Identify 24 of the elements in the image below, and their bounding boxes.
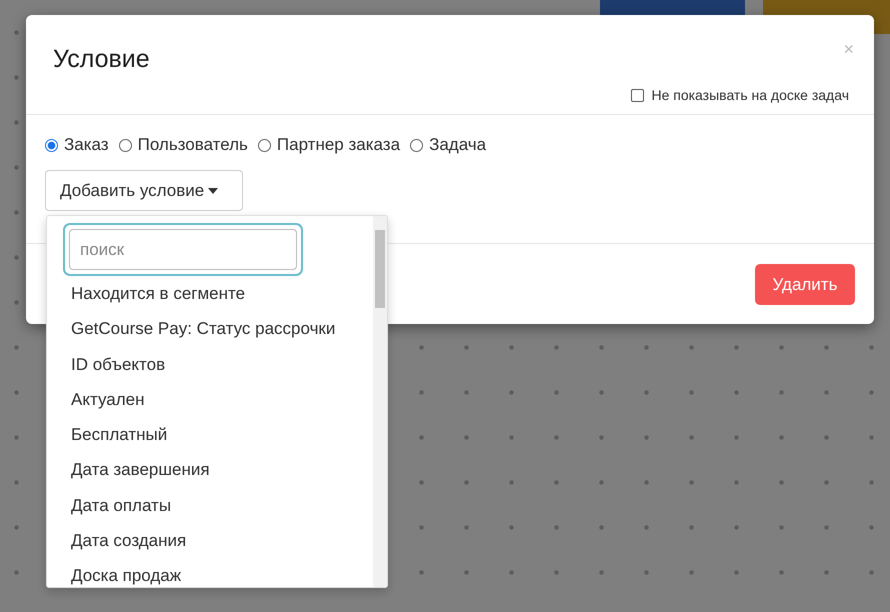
menu-item[interactable]: Актуален [47,382,361,418]
radio-label: Партнер заказа [276,135,400,155]
menu-item[interactable]: Дата оплаты [47,488,361,524]
radio-label: Задача [429,135,486,155]
caret-icon [208,188,218,194]
dialog-title: Условие [53,45,150,74]
radio-label: Заказ [64,135,109,155]
search-field[interactable]: поиск [63,223,303,276]
menu-item[interactable]: ID объектов [47,346,361,382]
checkbox-label: Не показывать на доске задач [651,87,849,103]
radio-button[interactable] [258,138,271,152]
radio-button[interactable] [118,138,132,152]
radio-label: Пользователь [138,135,248,155]
menu-item[interactable]: Доска продаж [47,558,361,587]
menu-item[interactable]: Дата завершения [47,452,361,488]
checkbox[interactable] [631,88,644,102]
menu-item[interactable]: GetCourse Pay: Статус рассрочки [47,311,361,347]
menu-item[interactable]: Бесплатный [47,417,361,452]
scrollbar[interactable] [373,216,387,587]
add-condition-button[interactable]: Добавить условие [45,170,243,211]
radio-button[interactable] [410,138,424,152]
menu-item[interactable]: Находится в сегменте [47,276,361,312]
radio-button[interactable] [45,138,58,152]
menu-item[interactable]: Дата создания [47,523,361,558]
